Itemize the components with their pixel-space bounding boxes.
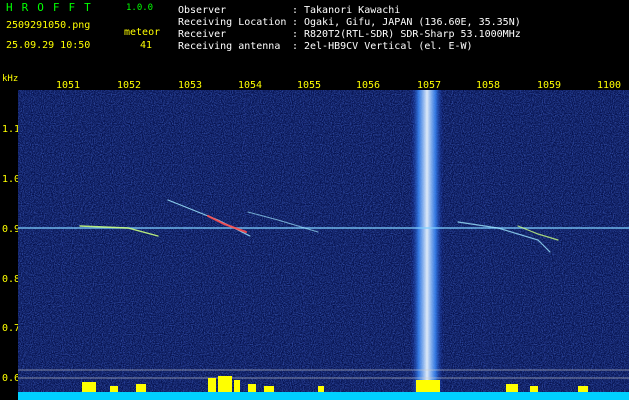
noise-texture [18,90,629,400]
meteor-label: meteor [124,27,161,38]
interference-band [410,90,444,400]
header-panel: HROFFT 1.0.0 2509291050.png meteor 25.09… [0,0,629,76]
meteor-count: 41 [140,40,153,51]
antenna-value: 2el-HB9CV Vertical (el. E-W) [304,41,473,52]
antenna-colon: : [292,41,299,52]
spectrogram-plot [18,90,629,400]
file-name: 2509291050.png [6,20,91,31]
observer-value: Takanori Kawachi [304,5,401,16]
timestamp: 25.09.29 10:50 [6,40,91,51]
app-version: 1.0.0 [126,3,154,13]
baseline-bar [18,392,629,400]
location-label: Receiving Location [178,17,287,28]
antenna-label: Receiving antenna [178,41,281,52]
spectrogram-svg [18,90,629,400]
location-value: Ogaki, Gifu, JAPAN (136.60E, 35.35N) [304,17,521,28]
observer-colon: : [292,5,299,16]
observer-label: Observer [178,5,227,16]
receiver-label: Receiver [178,29,227,40]
receiver-colon: : [292,29,299,40]
app-title: HROFFT [6,1,100,14]
khz-unit-label: kHz [2,74,19,84]
location-colon: : [292,17,299,28]
receiver-value: R820T2(RTL-SDR) SDR-Sharp 53.1000MHz [304,29,521,40]
